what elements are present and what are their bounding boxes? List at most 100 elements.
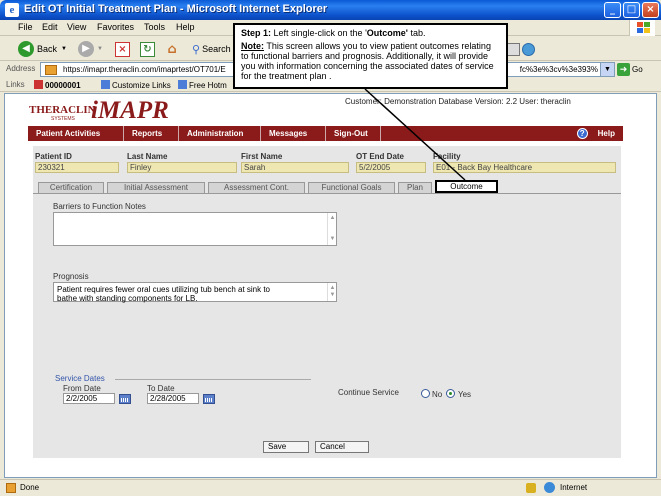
facility-label: Facility	[433, 152, 461, 161]
forward-dropdown-icon[interactable]: ▼	[97, 46, 103, 52]
scroll-down-icon[interactable]: ▼	[328, 235, 337, 244]
menu-view[interactable]: View	[67, 22, 86, 32]
menu-file[interactable]: File	[18, 22, 33, 32]
tab-plan[interactable]: Plan	[398, 182, 432, 193]
link-customize-label: Customize Links	[112, 81, 171, 90]
help-label: Help	[597, 129, 615, 138]
menu-help[interactable]: Help	[176, 22, 195, 32]
back-button[interactable]: ◀ Back ▼	[18, 40, 67, 58]
minimize-button[interactable]: _	[604, 2, 621, 18]
logo-imapr: iMAPR	[91, 97, 169, 124]
nav-patient-activities[interactable]: Patient Activities	[28, 126, 124, 141]
nav-sign-out[interactable]: Sign-Out	[326, 126, 381, 141]
patient-id-label: Patient ID	[35, 152, 72, 161]
first-name-value: Sarah	[241, 162, 349, 173]
tab-assessment-cont[interactable]: Assessment Cont.	[208, 182, 305, 193]
forward-button[interactable]: ▶ ▼	[78, 40, 103, 58]
print-button[interactable]	[506, 40, 520, 58]
ot-end-date-label: OT End Date	[356, 152, 405, 161]
callout-instruction: Left single-click on the '	[271, 28, 367, 38]
status-bar: Done Internet	[0, 479, 661, 496]
lock-icon	[526, 483, 536, 493]
page-icon	[45, 65, 57, 75]
to-date-input[interactable]: 2/28/2005	[147, 393, 199, 404]
outcome-tab-panel: Barriers to Function Notes ▲ ▼ Prognosis …	[33, 193, 621, 458]
cancel-button[interactable]: Cancel	[315, 441, 369, 453]
customer-info: Customer: Demonstration Database Version…	[345, 97, 571, 106]
back-label: Back	[37, 44, 58, 54]
windows-logo-icon	[629, 20, 655, 36]
scroll-down-icon[interactable]: ▼	[328, 291, 337, 300]
link-page-icon	[34, 80, 43, 89]
barriers-textarea[interactable]: ▲ ▼	[53, 212, 337, 246]
home-button[interactable]: ⌂	[164, 40, 180, 58]
patient-id-value: 230321	[35, 162, 119, 173]
to-calendar-icon[interactable]	[203, 394, 215, 404]
logo-theraclin: THERACLIN	[29, 104, 96, 116]
maximize-button[interactable]: □	[623, 2, 640, 18]
link-00000001-label: 00000001	[45, 81, 81, 90]
print-icon	[506, 42, 520, 56]
barriers-scrollbar[interactable]: ▲ ▼	[327, 213, 336, 245]
last-name-label: Last Name	[127, 152, 168, 161]
go-arrow-icon: ➜	[617, 63, 630, 76]
search-button[interactable]: ⚲ Search	[192, 40, 231, 58]
help-icon: ?	[576, 128, 588, 139]
link-free-hotmail[interactable]: Free Hotm	[178, 80, 227, 90]
callout-tab-name: Outcome'	[366, 28, 408, 38]
nav-messages[interactable]: Messages	[261, 126, 326, 141]
help-link[interactable]: ? Help	[576, 127, 615, 140]
tab-functional-goals[interactable]: Functional Goals	[308, 182, 395, 193]
service-dates-label: Service Dates	[55, 374, 105, 383]
prognosis-label: Prognosis	[53, 272, 89, 281]
save-button[interactable]: Save	[263, 441, 309, 453]
back-dropdown-icon[interactable]: ▼	[61, 46, 67, 52]
link-page-icon	[101, 80, 110, 89]
nav-administration[interactable]: Administration	[179, 126, 261, 141]
continue-service-label: Continue Service	[338, 388, 399, 397]
first-name-label: First Name	[241, 152, 283, 161]
forward-arrow-icon: ▶	[78, 41, 94, 57]
address-url-tail: fc%3e%3cv%3e393%	[519, 65, 598, 74]
prognosis-textarea[interactable]: Patient requires fewer oral cues utilizi…	[53, 282, 337, 303]
window-title-bar[interactable]: e Edit OT Initial Treatment Plan - Micro…	[0, 0, 661, 20]
tab-initial-assessment[interactable]: Initial Assessment	[107, 182, 205, 193]
nav-reports[interactable]: Reports	[124, 126, 179, 141]
callout-note-text: This screen allows you to view patient o…	[241, 41, 494, 81]
refresh-icon: ↻	[140, 41, 155, 57]
go-button[interactable]: ➜ Go	[617, 62, 657, 77]
from-date-label: From Date	[63, 384, 101, 393]
tab-outcome[interactable]: Outcome	[435, 180, 498, 193]
refresh-button[interactable]: ↻	[140, 40, 155, 58]
prognosis-scrollbar[interactable]: ▲ ▼	[327, 283, 336, 301]
from-date-input[interactable]: 2/2/2005	[63, 393, 115, 404]
menu-edit[interactable]: Edit	[42, 22, 58, 32]
status-text: Done	[20, 483, 40, 492]
stop-icon: ×	[115, 41, 130, 57]
from-calendar-icon[interactable]	[119, 394, 131, 404]
ot-end-date-value: 5/2/2005	[356, 162, 426, 173]
continue-no-label: No	[432, 390, 443, 399]
continue-no-radio[interactable]	[421, 389, 430, 398]
continue-yes-radio[interactable]	[446, 389, 455, 398]
link-hotmail-label: Free Hotm	[189, 81, 227, 90]
tab-certification[interactable]: Certification	[38, 182, 104, 193]
messenger-button[interactable]	[522, 40, 535, 58]
link-customize-links[interactable]: Customize Links	[101, 80, 171, 90]
close-button[interactable]: ×	[642, 2, 659, 18]
stop-button[interactable]: ×	[115, 40, 130, 58]
callout-note-label: Note:	[241, 41, 264, 51]
scroll-up-icon[interactable]: ▲	[328, 214, 337, 223]
page-done-icon	[6, 483, 16, 493]
prognosis-line-1: Patient requires fewer oral cues utilizi…	[57, 285, 271, 294]
link-00000001[interactable]: 00000001	[34, 80, 81, 90]
messenger-icon	[522, 42, 535, 56]
continue-yes-label: Yes	[458, 390, 472, 399]
address-dropdown-icon[interactable]: ▼	[600, 63, 614, 76]
address-label: Address	[6, 64, 36, 73]
menu-tools[interactable]: Tools	[144, 22, 165, 32]
menu-favorites[interactable]: Favorites	[97, 22, 134, 32]
home-icon: ⌂	[167, 41, 177, 57]
last-name-value: Finley	[127, 162, 237, 173]
address-url: https://imapr.theraclin.com/imaprtest/OT…	[63, 65, 226, 74]
